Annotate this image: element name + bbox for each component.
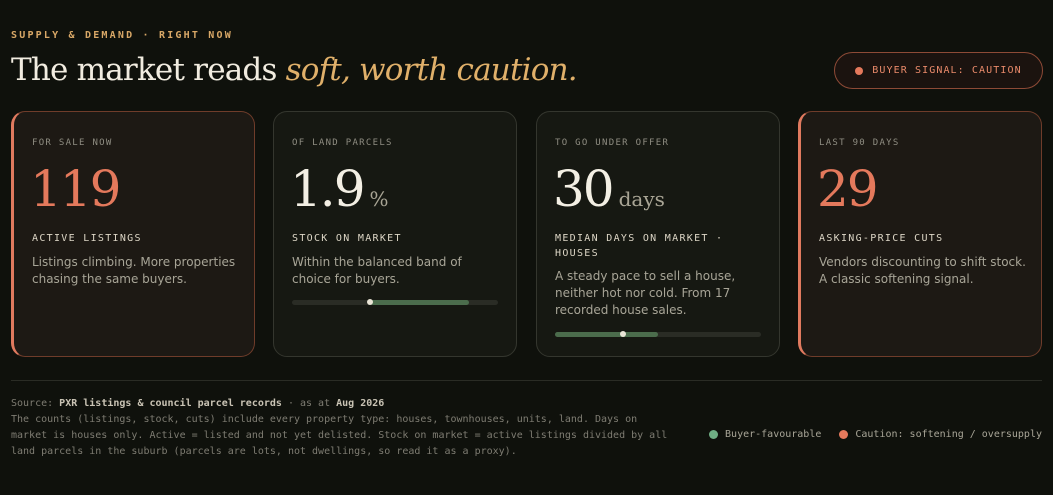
legend-dot-icon — [839, 430, 849, 439]
buyer-signal-badge: BUYER SIGNAL: CAUTION — [834, 52, 1043, 89]
legend: Buyer-favourable Caution: softening / ov… — [709, 429, 1042, 440]
card-description: A steady pace to sell a house, neither h… — [555, 269, 736, 317]
card-eyebrow: LAST 90 DAYS — [819, 138, 900, 148]
legend-item-favourable: Buyer-favourable — [709, 429, 821, 440]
card-value: 29 — [817, 164, 879, 214]
footer-divider — [11, 380, 1042, 381]
headline-lead: The market reads — [11, 52, 286, 88]
buyer-signal-label: BUYER SIGNAL: CAUTION — [872, 65, 1022, 76]
source-line: Source: PXR listings & council parcel re… — [11, 396, 671, 412]
legend-dot-icon — [709, 430, 719, 439]
card-value: 30 days — [553, 164, 665, 214]
gauge-marker — [619, 331, 626, 337]
card-stock-on-market: OF LAND PARCELS 1.9% STOCK ON MARKET Wit… — [273, 111, 517, 357]
card-value-number: 119 — [30, 160, 121, 218]
card-value: 119 — [30, 164, 121, 214]
stock-gauge-track — [292, 299, 498, 305]
as-at-prefix: · as at — [281, 398, 337, 409]
footer-notes: Source: PXR listings & council parcel re… — [11, 396, 671, 460]
gauge-balanced-band — [370, 300, 470, 305]
legend-item-caution: Caution: softening / oversupply — [839, 429, 1042, 440]
legend-label: Caution: softening / oversupply — [855, 429, 1042, 440]
headline-emphasis: soft, worth caution. — [285, 52, 578, 88]
card-description: Within the balanced band of choice for b… — [292, 255, 462, 286]
card-value-number: 1.9 — [290, 160, 366, 218]
card-median-days: TO GO UNDER OFFER 30 days MEDIAN DAYS ON … — [536, 111, 780, 357]
card-value: 1.9% — [290, 164, 389, 214]
as-at-date: Aug 2026 — [336, 398, 385, 409]
card-title: MEDIAN DAYS ON MARKET · HOUSES — [555, 233, 724, 259]
card-value-number: 30 — [553, 160, 615, 218]
source-name: PXR listings & council parcel records — [59, 398, 282, 409]
card-active-listings: FOR SALE NOW 119 ACTIVE LISTINGS Listing… — [11, 111, 255, 357]
card-description: Listings climbing. More properties chasi… — [32, 255, 236, 286]
card-value-unit: % — [369, 187, 389, 211]
card-description: Vendors discounting to shift stock. A cl… — [819, 255, 1026, 286]
card-value-unit: days — [618, 187, 665, 211]
days-gauge-track — [555, 331, 761, 337]
gauge-balanced-band — [555, 332, 658, 337]
card-price-cuts: LAST 90 DAYS 29 ASKING-PRICE CUTS Vendor… — [798, 111, 1042, 357]
signal-dot-icon — [855, 66, 864, 75]
methodology-notes: The counts (listings, stock, cuts) inclu… — [11, 414, 668, 457]
legend-label: Buyer-favourable — [725, 429, 822, 440]
page-headline: The market reads soft, worth caution. — [11, 52, 578, 88]
card-eyebrow: TO GO UNDER OFFER — [555, 138, 670, 148]
card-title: ACTIVE LISTINGS — [32, 233, 142, 244]
card-title: ASKING-PRICE CUTS — [819, 233, 944, 244]
section-eyebrow: SUPPLY & DEMAND · RIGHT NOW — [11, 30, 233, 41]
card-eyebrow: OF LAND PARCELS — [292, 138, 393, 148]
source-prefix: Source: — [11, 398, 60, 409]
card-title: STOCK ON MARKET — [292, 233, 402, 244]
card-eyebrow: FOR SALE NOW — [32, 138, 113, 148]
card-value-number: 29 — [817, 160, 879, 218]
